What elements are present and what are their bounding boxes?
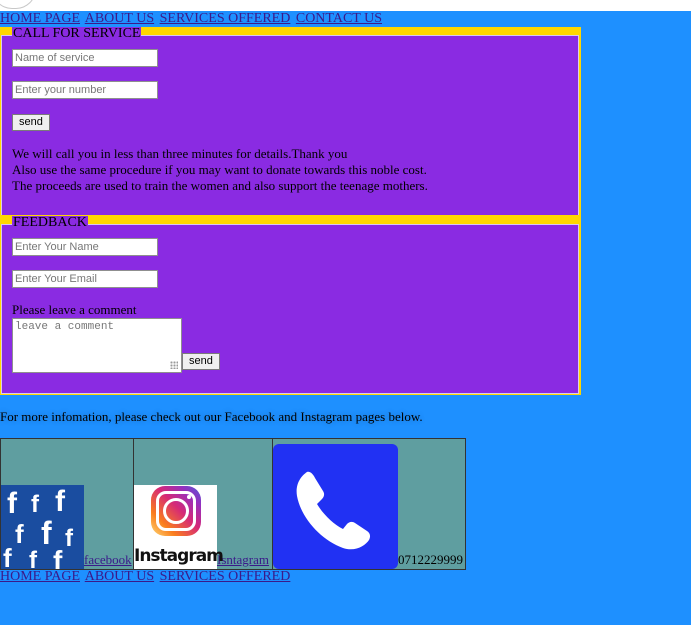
comment-label: Please leave a comment [12,302,137,317]
call-service-fieldset: CALL FOR SERVICE Name of service Enter y… [1,27,579,216]
comment-placeholder: leave a comment [15,321,115,333]
phone-cell: 0712229999 [272,438,466,570]
feedback-send-button[interactable]: send [182,353,220,370]
info-text: For more infomation, please check out ou… [0,409,423,424]
instagram-logo-icon[interactable]: Instagram [134,485,224,569]
feedback-name-input[interactable]: Enter Your Name [12,238,158,256]
top-nav: HOME PAGE ABOUT US SERVICES OFFERED CONT… [0,11,384,27]
nav-link-contact[interactable]: CONTACT US [296,11,382,26]
browser-top-strip [0,0,691,11]
call-send-button[interactable]: send [12,114,50,131]
phone-number-input[interactable]: Enter your number [12,81,158,99]
nav-link-services[interactable]: SERVICES OFFERED [160,11,291,26]
footer-link-about[interactable]: ABOUT US [85,569,154,584]
call-service-legend: CALL FOR SERVICE [12,26,142,41]
call-service-section: CALL FOR SERVICE Name of service Enter y… [0,27,581,217]
nav-link-about[interactable]: ABOUT US [85,11,154,26]
feedback-section: FEEDBACK Enter Your Name Enter Your Emai… [0,215,581,395]
instagram-wordmark: Instagram [134,546,224,566]
comment-textarea[interactable]: leave a comment [12,318,182,373]
feedback-legend: FEEDBACK [12,215,88,230]
instagram-cell: Instagram Isntagram [133,438,273,570]
social-links-table: f f f f f f f f f facebook Instagram Isn… [0,438,466,570]
instagram-link[interactable]: Isntagram [217,552,269,567]
facebook-link[interactable]: facebook [84,552,132,567]
footer-link-home[interactable]: HOME PAGE [0,569,80,584]
browser-tab-edge [0,0,36,9]
call-message-line-1: We will call you in less than three minu… [12,146,348,161]
phone-icon [273,444,398,569]
phone-handset-icon [296,471,371,550]
resize-grip-icon[interactable] [170,361,178,369]
phone-number: 0712229999 [398,552,463,567]
footer-link-services[interactable]: SERVICES OFFERED [160,569,291,584]
call-message-line-3: The proceeds are used to train the women… [12,178,428,193]
facebook-logo-icon[interactable]: f f f f f f f f f [1,485,84,569]
call-message-line-2: Also use the same procedure if you may w… [12,162,427,177]
service-name-input[interactable]: Name of service [12,49,158,67]
nav-link-home[interactable]: HOME PAGE [0,11,80,26]
feedback-fieldset: FEEDBACK Enter Your Name Enter Your Emai… [1,216,579,394]
feedback-email-input[interactable]: Enter Your Email [12,270,158,288]
facebook-cell: f f f f f f f f f facebook [0,438,134,570]
bottom-nav: HOME PAGE ABOUT US SERVICES OFFERED [0,569,292,585]
